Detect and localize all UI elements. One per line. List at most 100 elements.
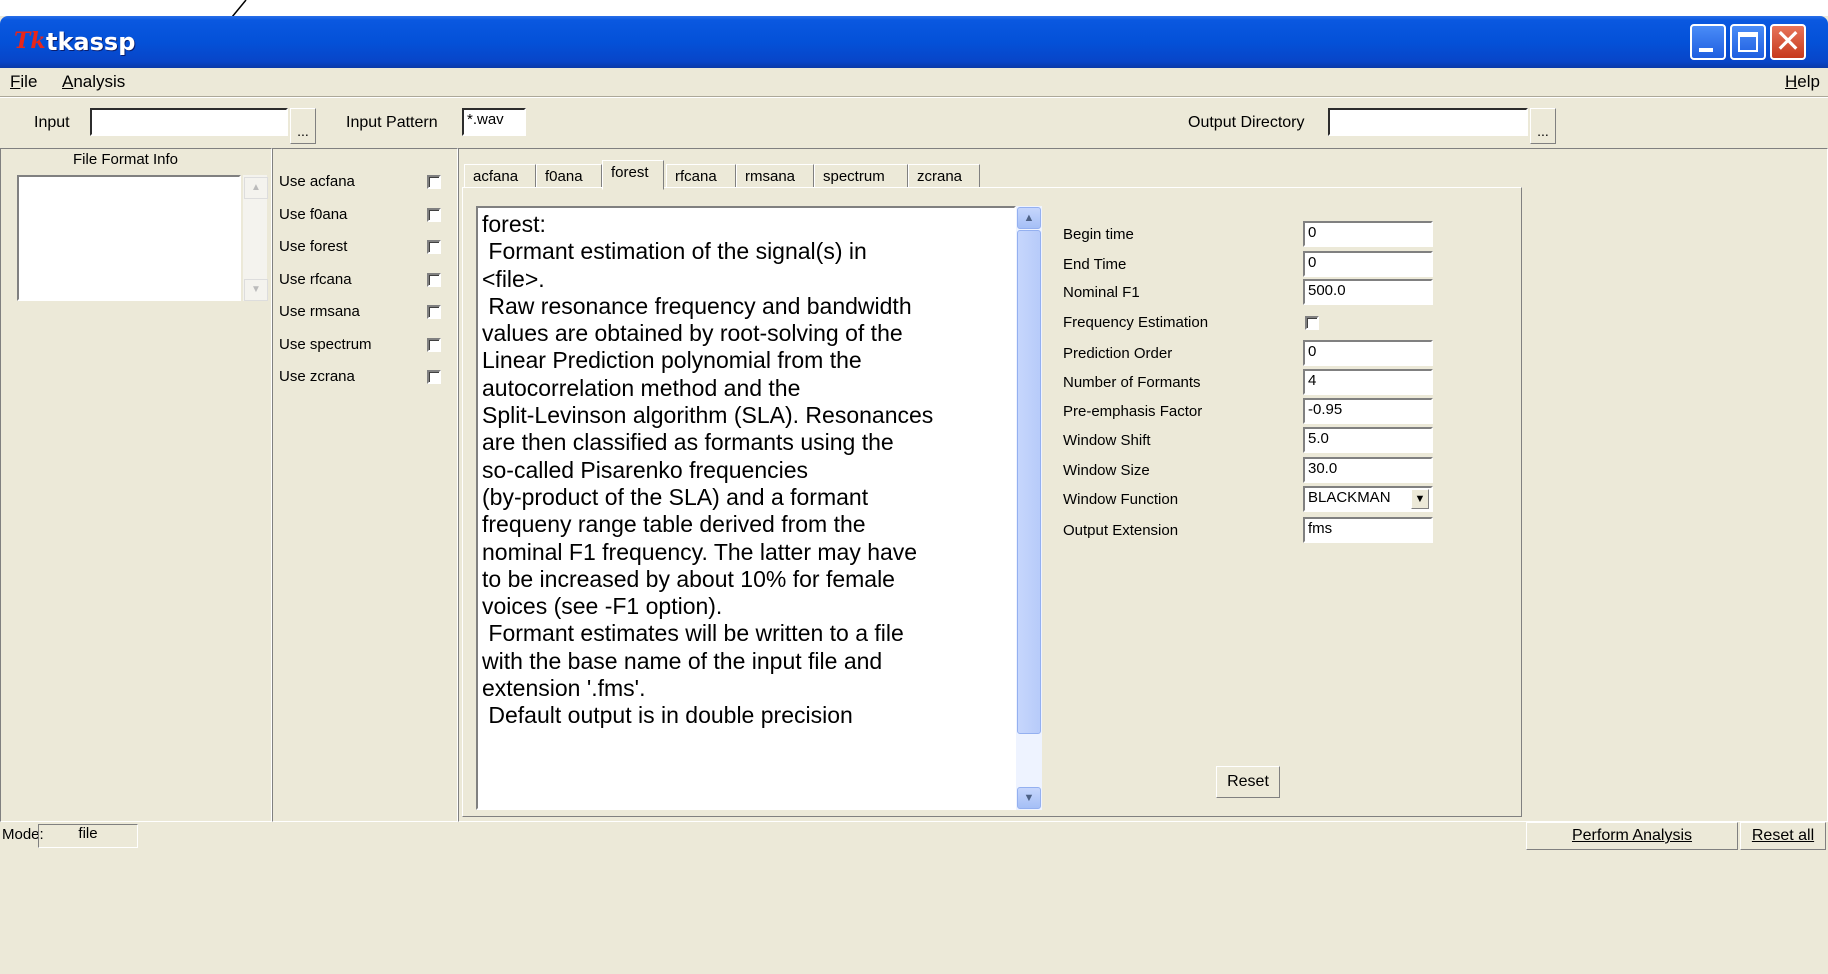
tab-acfana[interactable]: acfana [464,164,536,188]
file-format-info-list[interactable] [17,175,241,301]
analysis-label: Use rmsana [279,303,360,320]
description-line: are then classified as formants using th… [482,429,894,456]
description-line: voices (see -F1 option). [482,593,723,620]
win-shift-field[interactable]: 5.0 [1303,427,1433,453]
analysis-checkbox[interactable] [427,305,441,319]
nominal-f1-field[interactable]: 500.0 [1303,279,1433,305]
win-size-field[interactable]: 30.0 [1303,457,1433,483]
description-line: Formant estimates will be written to a f… [482,620,904,647]
win-shift-label: Window Shift [1063,432,1151,449]
analysis-checkbox[interactable] [427,240,441,254]
chevron-down-icon[interactable]: ▼ [1411,489,1429,509]
description-line: Default output is in double precision [482,702,853,729]
pred-order-field[interactable]: 0 [1303,340,1433,366]
preemph-label: Pre-emphasis Factor [1063,403,1203,420]
analysis-row[interactable]: Use spectrum [273,332,453,358]
menu-help[interactable]: Help [1785,72,1820,92]
description-line: forest: [482,211,546,237]
analysis-selection-panel: Use acfana Use f0ana Use forest Use rfcana U… [272,148,458,822]
analysis-row[interactable]: Use rmsana [273,299,453,325]
num-formants-field[interactable]: 4 [1303,369,1433,395]
tab-rfcana[interactable]: rfcana [666,164,736,188]
analysis-label: Use acfana [279,173,355,190]
description-line: with the base name of the input file and [482,647,883,674]
tab-f0ana[interactable]: f0ana [536,164,602,188]
analysis-label: Use spectrum [279,335,372,353]
input-pattern-field[interactable]: *.wav [462,108,526,136]
description-line: so-called Pisarenko frequencies [482,456,809,483]
description-scrollbar[interactable]: ▲ ▼ [1016,206,1042,810]
status-bar: Mode: file Perform Analysis Reset all [0,822,1828,850]
analysis-row[interactable]: Use zcrana [273,364,453,390]
scroll-up-icon[interactable]: ▲ [244,177,268,199]
mode-value[interactable]: file [38,824,138,848]
description-line: <file>. [482,265,545,292]
perform-analysis-button[interactable]: Perform Analysis [1526,822,1738,850]
analysis-row[interactable]: Use forest [273,234,453,260]
scroll-up-icon[interactable]: ▲ [1017,207,1041,229]
tab-zcrana[interactable]: zcrana [908,164,980,188]
analysis-checkbox[interactable] [427,272,441,287]
begin-time-field[interactable]: 0 [1303,221,1433,247]
file-format-info-title: File Format Info [73,151,179,168]
end-time-field[interactable]: 0 [1303,251,1433,277]
menu-file[interactable]: File [10,72,37,92]
analysis-label: Use zcrana [279,368,355,385]
menu-analysis[interactable]: Analysis [62,72,125,92]
analysis-checkbox[interactable] [427,370,441,384]
win-func-label: Window Function [1063,491,1179,508]
scroll-down-icon[interactable]: ▼ [1017,787,1041,809]
analysis-checkbox[interactable] [427,207,441,222]
analysis-row[interactable]: Use acfana [273,169,453,195]
tab-forest[interactable]: forest [602,160,664,190]
analysis-checkbox[interactable] [427,337,441,352]
input-field[interactable] [90,108,288,136]
description-line: Split-Levinson algorithm (SLA). Resonanc… [482,402,934,429]
output-directory-field[interactable] [1328,108,1528,136]
description-line: Formant estimation of the signal(s) in [482,238,867,265]
description-line: to be increased by about 10% for female [482,565,895,592]
window-function-value: BLACKMAN [1308,489,1391,506]
pred-order-label: Prediction Order [1063,345,1173,362]
file-format-info-panel: File Format Info ▲ ▼ [0,148,272,822]
file-info-scrollbar[interactable]: ▲ ▼ [243,175,268,301]
analysis-checkbox[interactable] [427,175,441,189]
analysis-label: Use rfcana [279,270,352,288]
input-label: Input [34,114,70,131]
menu-separator [0,96,1828,98]
tab-spectrum[interactable]: spectrum [814,164,908,188]
win-size-label: Window Size [1063,462,1150,479]
analysis-row[interactable]: Use f0ana [273,202,453,228]
app-window: Tk tkassp ✕ File Analysis Help Input ...… [0,16,1828,974]
window-title: tkassp [46,28,136,56]
description-line: Linear Prediction polynomial from the [482,347,862,374]
freq-est-label: Frequency Estimation [1063,314,1209,331]
input-browse-button[interactable]: ... [290,108,316,144]
output-browse-button[interactable]: ... [1530,108,1556,144]
out-ext-field[interactable]: fms [1303,517,1433,543]
close-icon: ✕ [1774,22,1802,60]
description-line: (by-product of the SLA) and a formant [482,483,869,510]
description-text: forest: Formant estimation of the signal… [476,206,1016,810]
minimize-icon [1699,48,1713,52]
analysis-row[interactable]: Use rfcana [273,267,453,293]
reset-button[interactable]: Reset [1216,766,1280,798]
close-button[interactable]: ✕ [1770,22,1806,60]
analysis-label: Use f0ana [279,205,348,223]
analysis-label: Use forest [279,238,348,255]
tk-logo-icon: Tk [14,28,46,54]
title-bar: Tk tkassp ✕ [0,16,1828,68]
description-line: frequeny range table derived from the [482,511,866,538]
minimize-button[interactable] [1690,24,1726,60]
scroll-thumb[interactable] [1017,230,1041,734]
maximize-button[interactable] [1730,24,1766,60]
scroll-down-icon[interactable]: ▼ [244,279,268,301]
end-time-label: End Time [1063,256,1127,273]
input-pattern-label: Input Pattern [346,114,438,131]
preemph-field[interactable]: -0.95 [1303,398,1433,424]
maximize-icon [1738,32,1758,52]
tab-rmsana[interactable]: rmsana [736,164,814,188]
window-function-select[interactable]: BLACKMAN ▼ [1303,486,1433,512]
frequency-estimation-checkbox[interactable] [1305,316,1319,330]
reset-all-button[interactable]: Reset all [1740,822,1826,850]
